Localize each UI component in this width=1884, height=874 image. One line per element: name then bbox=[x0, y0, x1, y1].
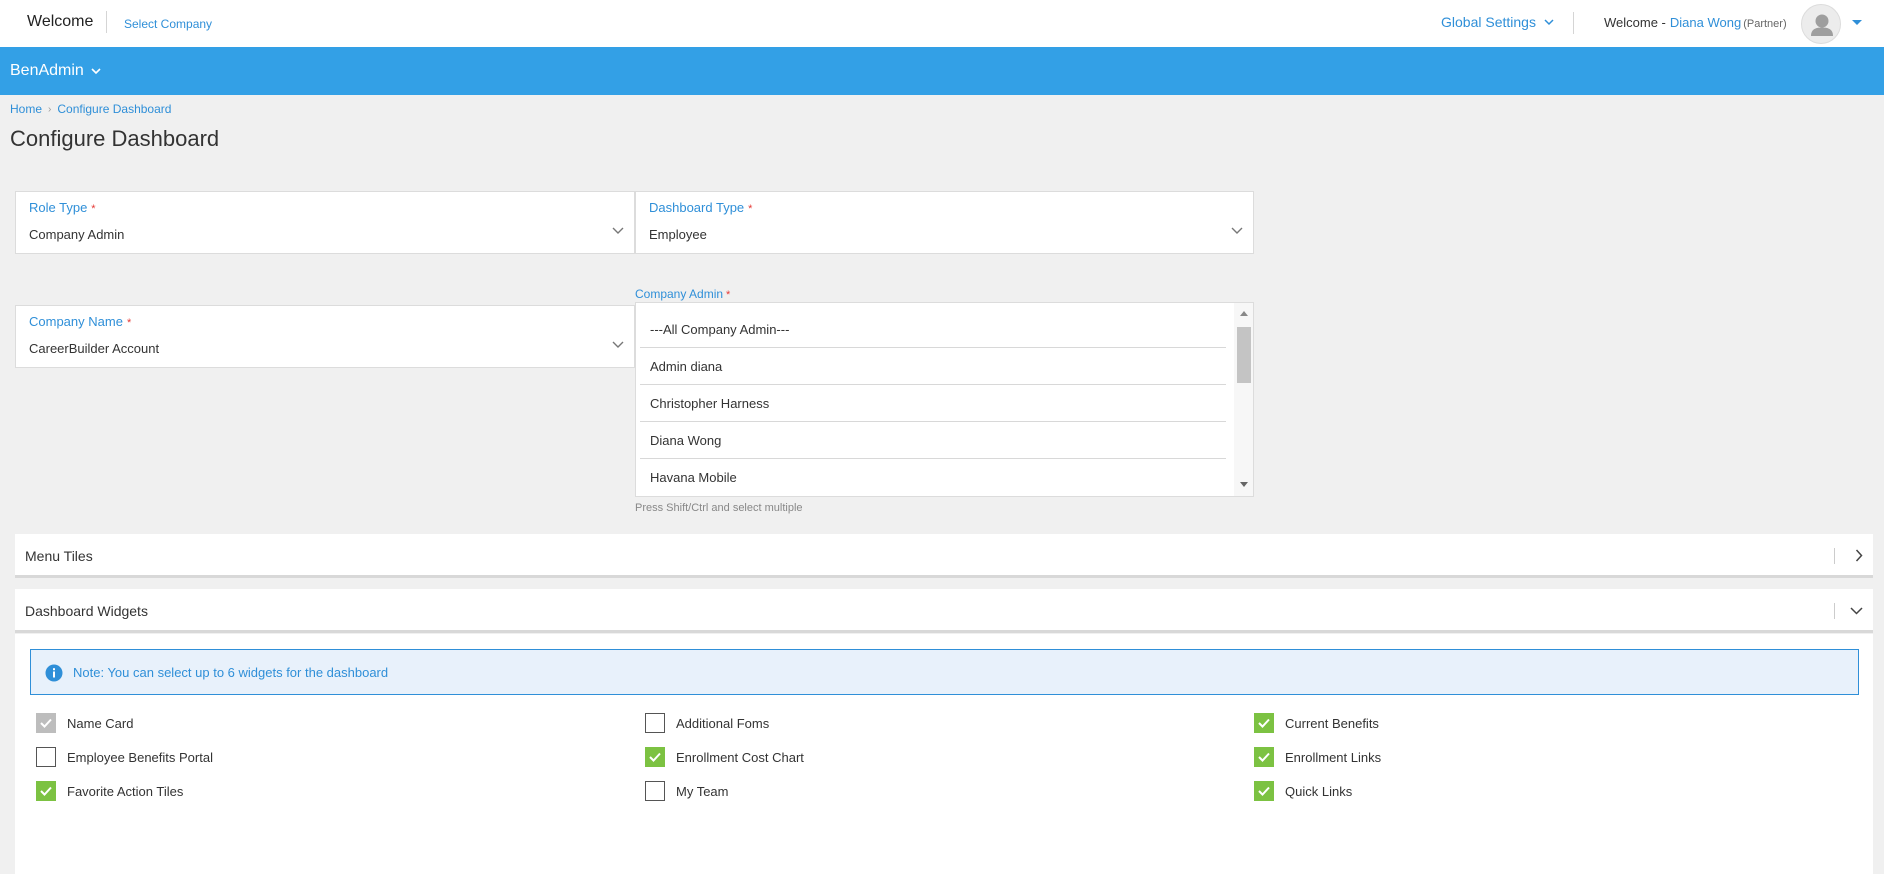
required-marker: * bbox=[748, 203, 753, 215]
company-admin-option[interactable]: Diana Wong bbox=[640, 422, 1226, 459]
note-text: Note: You can select up to 6 widgets for… bbox=[73, 665, 389, 680]
company-name-select[interactable]: Company Name * CareerBuilder Account bbox=[15, 305, 635, 368]
chevron-down-icon bbox=[1544, 18, 1554, 25]
company-name-label: Company Name * bbox=[29, 314, 132, 329]
company-admin-option[interactable]: ---All Company Admin--- bbox=[640, 311, 1226, 348]
chevron-down-icon bbox=[612, 227, 624, 234]
required-marker: * bbox=[126, 317, 132, 329]
main-navbar: BenAdmin bbox=[0, 47, 1884, 95]
welcome-text: Welcome bbox=[27, 13, 94, 30]
menu-tiles-title: Menu Tiles bbox=[25, 548, 93, 564]
dashboard-type-select[interactable]: Dashboard Type * Employee bbox=[635, 191, 1254, 254]
checkbox-label: Name Card bbox=[67, 715, 134, 731]
user-role: (Partner) bbox=[1743, 18, 1787, 30]
checkbox-box[interactable] bbox=[645, 713, 665, 733]
checkbox-label: My Team bbox=[676, 783, 729, 799]
breadcrumb-current[interactable]: Configure Dashboard bbox=[57, 102, 171, 116]
page-title: Configure Dashboard bbox=[10, 126, 220, 151]
dashboard-type-value: Employee bbox=[649, 227, 707, 242]
dashboard-type-label: Dashboard Type * bbox=[649, 200, 753, 215]
checkmark-icon bbox=[1258, 786, 1270, 796]
select-company-link[interactable]: Select Company bbox=[124, 17, 212, 31]
dashboard-widgets-title: Dashboard Widgets bbox=[25, 603, 148, 619]
breadcrumb-home[interactable]: Home bbox=[10, 102, 42, 116]
scroll-down-arrow-icon[interactable] bbox=[1240, 482, 1248, 487]
scroll-up-arrow-icon[interactable] bbox=[1240, 311, 1248, 316]
breadcrumb: Home › Configure Dashboard bbox=[10, 102, 171, 116]
widget-checkbox-my-team[interactable]: My Team bbox=[645, 781, 729, 801]
user-menu-caret-icon[interactable] bbox=[1852, 20, 1862, 25]
checkmark-icon bbox=[1258, 752, 1270, 762]
company-admin-option[interactable]: Christopher Harness bbox=[640, 385, 1226, 422]
checkbox-box[interactable] bbox=[645, 747, 665, 767]
user-welcome: Welcome - Diana Wong (Partner) bbox=[1604, 15, 1787, 30]
header-divider bbox=[1573, 12, 1574, 34]
checkmark-icon bbox=[1258, 718, 1270, 728]
widget-checkbox-quick-links[interactable]: Quick Links bbox=[1254, 781, 1352, 801]
checkbox-label: Favorite Action Tiles bbox=[67, 783, 184, 799]
widget-checkbox-additional-forms[interactable]: Additional Foms bbox=[645, 713, 769, 733]
checkbox-label: Current Benefits bbox=[1285, 715, 1379, 731]
welcome-user-prefix: Welcome - bbox=[1604, 15, 1666, 30]
chevron-right-icon[interactable] bbox=[1855, 549, 1863, 562]
chevron-down-icon bbox=[612, 341, 624, 348]
checkbox-box[interactable] bbox=[36, 713, 56, 733]
panel-divider bbox=[1834, 548, 1835, 564]
role-type-select[interactable]: Role Type * Company Admin bbox=[15, 191, 635, 254]
checkmark-icon bbox=[649, 752, 661, 762]
breadcrumb-separator-icon: › bbox=[48, 103, 52, 115]
checkbox-box[interactable] bbox=[36, 747, 56, 767]
checkbox-label: Enrollment Cost Chart bbox=[676, 749, 804, 765]
company-admin-option[interactable]: Havana Mobile bbox=[640, 459, 1226, 496]
widget-checkbox-current-benefits[interactable]: Current Benefits bbox=[1254, 713, 1379, 733]
app-menu-dropdown[interactable]: BenAdmin bbox=[10, 62, 101, 80]
user-name-link[interactable]: Diana Wong bbox=[1670, 15, 1741, 30]
role-type-label: Role Type * bbox=[29, 200, 96, 215]
user-icon bbox=[1811, 14, 1833, 36]
header-divider bbox=[106, 11, 107, 33]
menu-tiles-panel-header[interactable]: Menu Tiles bbox=[15, 534, 1873, 578]
widget-checkbox-favorite-action-tiles[interactable]: Favorite Action Tiles bbox=[36, 781, 183, 801]
global-settings-label: Global Settings bbox=[1441, 14, 1536, 30]
company-admin-option[interactable]: Admin diana bbox=[640, 348, 1226, 385]
widget-checkbox-enrollment-links[interactable]: Enrollment Links bbox=[1254, 747, 1381, 767]
widget-checkbox-enrollment-cost-chart[interactable]: Enrollment Cost Chart bbox=[645, 747, 804, 767]
checkmark-icon bbox=[40, 786, 52, 796]
widget-checkbox-employee-benefits-portal[interactable]: Employee Benefits Portal bbox=[36, 747, 213, 767]
widget-limit-note: Note: You can select up to 6 widgets for… bbox=[30, 649, 1859, 695]
checkbox-box[interactable] bbox=[1254, 747, 1274, 767]
top-header: Welcome Select Company Global Settings W… bbox=[0, 0, 1884, 47]
checkbox-label: Quick Links bbox=[1285, 783, 1353, 799]
chevron-down-icon[interactable] bbox=[1850, 607, 1863, 615]
checkbox-box[interactable] bbox=[36, 781, 56, 801]
dashboard-widgets-panel-header[interactable]: Dashboard Widgets bbox=[15, 589, 1873, 633]
company-admin-label: Company Admin * bbox=[635, 287, 731, 301]
company-admin-multiselect[interactable]: ---All Company Admin--- Admin diana Chri… bbox=[635, 302, 1254, 497]
checkbox-box[interactable] bbox=[645, 781, 665, 801]
checkbox-label: Enrollment Links bbox=[1285, 749, 1382, 765]
scrollbar-thumb[interactable] bbox=[1237, 327, 1251, 383]
dashboard-widgets-panel-body: Note: You can select up to 6 widgets for… bbox=[15, 634, 1873, 874]
company-name-value: CareerBuilder Account bbox=[29, 341, 160, 356]
required-marker: * bbox=[726, 289, 731, 301]
widget-checkbox-name-card[interactable]: Name Card bbox=[36, 713, 133, 733]
checkbox-box[interactable] bbox=[1254, 713, 1274, 733]
listbox-scrollbar[interactable] bbox=[1234, 303, 1253, 496]
checkbox-box[interactable] bbox=[1254, 781, 1274, 801]
info-icon bbox=[45, 664, 63, 682]
required-marker: * bbox=[91, 203, 96, 215]
avatar[interactable] bbox=[1801, 4, 1841, 44]
checkmark-icon bbox=[40, 718, 52, 728]
checkbox-label: Employee Benefits Portal bbox=[67, 749, 213, 765]
checkbox-label: Additional Foms bbox=[676, 715, 770, 731]
app-menu-label: BenAdmin bbox=[10, 62, 84, 79]
multiselect-hint: Press Shift/Ctrl and select multiple bbox=[635, 502, 803, 514]
panel-divider bbox=[1834, 603, 1835, 619]
role-type-value: Company Admin bbox=[29, 227, 125, 242]
chevron-down-icon bbox=[91, 67, 101, 74]
chevron-down-icon bbox=[1231, 227, 1243, 234]
global-settings-menu[interactable]: Global Settings bbox=[1441, 14, 1554, 30]
